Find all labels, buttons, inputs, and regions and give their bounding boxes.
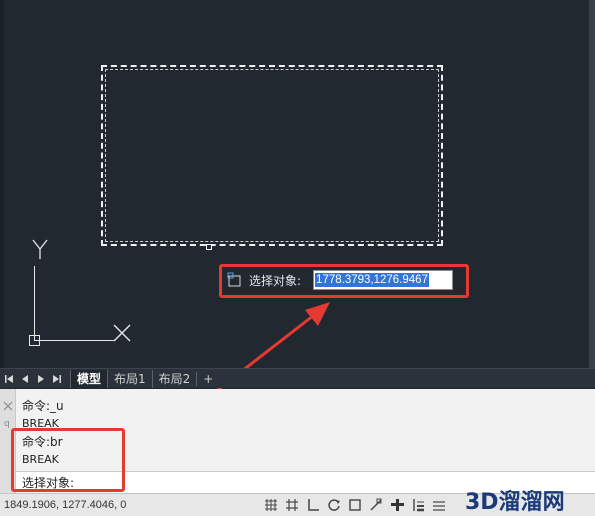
ortho-icon	[308, 499, 319, 511]
snap-toggle[interactable]	[283, 497, 301, 513]
drawing-canvas[interactable]: Y X 选择对象: 1778.3793,1276.9467	[0, 0, 595, 368]
canvas-left-edge	[0, 0, 4, 368]
next-tab-button[interactable]	[34, 372, 48, 386]
dyn-plus-icon	[391, 499, 404, 511]
dynamic-input-toggle[interactable]	[388, 497, 406, 513]
osnap-icon	[349, 499, 361, 511]
tab-model[interactable]: 模型	[70, 369, 108, 388]
dynamic-input-label: 选择对象:	[249, 273, 302, 288]
close-icon[interactable]	[3, 401, 13, 411]
ucs-x-axis	[34, 340, 114, 341]
ucs-y-label: Y	[32, 239, 48, 259]
command-history-line: 命令:_u	[22, 399, 64, 413]
last-tab-button[interactable]	[50, 372, 64, 386]
transparency-toggle[interactable]	[430, 497, 448, 513]
command-history-highlight	[11, 428, 125, 492]
select-objects-icon	[227, 272, 241, 287]
last-icon	[53, 374, 61, 383]
dynamic-input-tooltip[interactable]: 选择对象: 1778.3793,1276.9467	[227, 269, 454, 291]
polar-icon	[328, 499, 340, 511]
osnap-toggle[interactable]	[346, 497, 364, 513]
dynamic-input-value: 1778.3793,1276.9467	[315, 273, 429, 287]
prev-tab-button[interactable]	[18, 372, 32, 386]
command-sidebar-label: q	[4, 419, 10, 429]
dynamic-input-field[interactable]: 1778.3793,1276.9467	[313, 270, 454, 290]
tab-layout2[interactable]: 布局2	[151, 369, 197, 388]
ucs-y-axis	[34, 266, 35, 341]
watermark-prefix: 3D	[465, 490, 499, 515]
snap-grid-icon	[286, 499, 298, 511]
grid-icon	[265, 499, 277, 511]
first-icon	[5, 374, 13, 383]
transparency-icon	[433, 501, 445, 511]
first-tab-button[interactable]	[2, 372, 16, 386]
selected-rectangle[interactable]	[101, 65, 443, 246]
polar-toggle[interactable]	[325, 497, 343, 513]
next-icon	[38, 374, 44, 383]
ortho-toggle[interactable]	[304, 497, 322, 513]
vertical-scrollbar[interactable]	[589, 0, 595, 368]
lineweight-toggle[interactable]	[409, 497, 427, 513]
watermark-text: 溜溜网	[498, 490, 565, 515]
grid-toggle[interactable]	[262, 497, 280, 513]
status-toggles	[262, 497, 451, 513]
watermark-logo: 3D溜溜网	[465, 484, 565, 516]
prev-icon	[22, 374, 28, 383]
cursor-coordinates: 1849.1906, 1277.4046, 0	[4, 499, 127, 511]
otrack-toggle[interactable]	[367, 497, 385, 513]
tab-layout1[interactable]: 布局1	[107, 369, 152, 388]
grip-handle[interactable]	[206, 244, 212, 250]
ucs-origin-box	[29, 335, 40, 346]
layout-tab-bar: 模型 布局1 布局2 +	[0, 368, 595, 388]
lineweight-icon	[413, 499, 424, 512]
otrack-icon	[370, 498, 382, 511]
add-layout-button[interactable]: +	[196, 371, 219, 386]
ucs-x-label: X	[113, 324, 131, 342]
